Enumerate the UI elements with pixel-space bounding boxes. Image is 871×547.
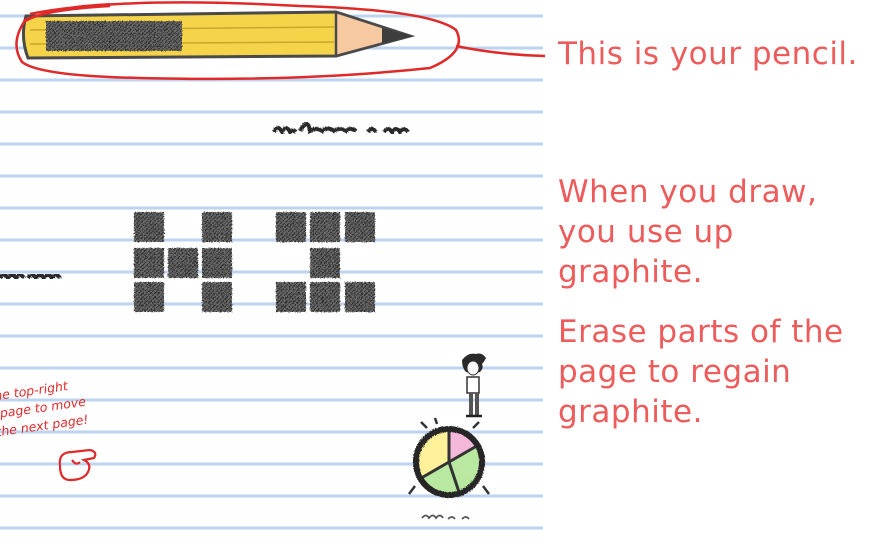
hi-graphite-letters [134, 212, 375, 312]
pencil-tip-text: This is your pencil. [558, 36, 858, 72]
pencil-icon[interactable] [21, 10, 416, 60]
action-ring-icon[interactable] [408, 417, 490, 498]
page-turn-note: the top-right page to move the next page… [0, 378, 89, 439]
graphite-meter [46, 21, 182, 51]
stick-figure-icon[interactable] [462, 353, 486, 418]
erase-tip-text: Erase parts of the page to regain graphi… [558, 314, 844, 430]
scribble-mark [421, 514, 470, 520]
scribble-mark [0, 273, 62, 282]
scribble-mark [272, 122, 410, 137]
graphite-tip-text: When you draw, you use up graphite. [558, 174, 818, 290]
